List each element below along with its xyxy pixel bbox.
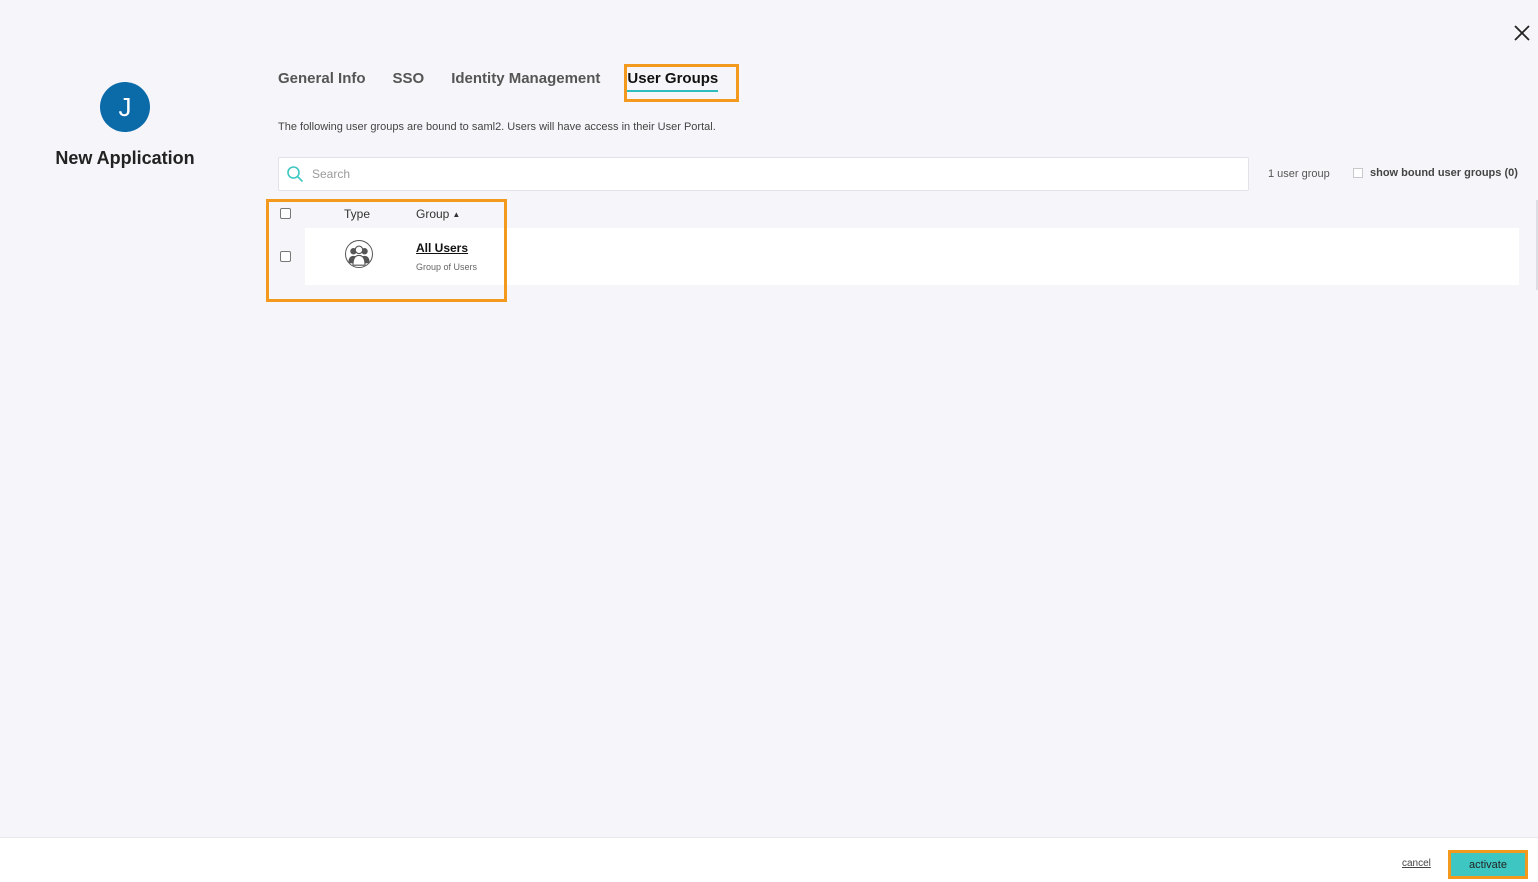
show-bound-toggle[interactable]: show bound user groups (0) <box>1353 167 1518 179</box>
cancel-link[interactable]: cancel <box>1402 858 1431 869</box>
column-type: Type <box>344 207 371 221</box>
close-icon <box>1514 25 1530 41</box>
activate-button[interactable]: activate <box>1448 850 1528 879</box>
table-row[interactable]: All Users Group of Users <box>305 228 1519 285</box>
show-bound-checkbox[interactable] <box>1353 168 1363 178</box>
show-bound-label: show bound user groups (0) <box>1370 167 1518 179</box>
group-name-link[interactable]: All Users <box>416 241 468 255</box>
footer-bar: cancel activate <box>0 837 1538 882</box>
row-checkbox[interactable] <box>280 251 291 262</box>
column-group-label: Group <box>416 207 450 221</box>
app-title: New Application <box>55 148 195 168</box>
sort-asc-icon: ▲ <box>452 210 461 220</box>
user-group-icon <box>345 240 373 268</box>
app-panel: J New Application <box>40 82 210 169</box>
tab-bar: General Info SSO Identity Management Use… <box>278 70 745 92</box>
search-box <box>278 157 1249 191</box>
tab-identity-management[interactable]: Identity Management <box>451 70 600 92</box>
tab-sso[interactable]: SSO <box>393 70 425 92</box>
group-count: 1 user group <box>1268 168 1330 180</box>
table-header: Type Group ▲ <box>278 204 1519 227</box>
app-avatar: J <box>100 82 150 132</box>
close-button[interactable] <box>1509 20 1535 46</box>
tab-general-info[interactable]: General Info <box>278 70 366 92</box>
column-group[interactable]: Group ▲ <box>416 207 460 221</box>
search-input[interactable] <box>312 167 1212 181</box>
tab-user-groups[interactable]: User Groups <box>627 70 719 92</box>
search-icon <box>287 166 303 182</box>
select-all-checkbox[interactable] <box>280 208 291 219</box>
group-subtitle: Group of Users <box>416 262 478 272</box>
description-text: The following user groups are bound to s… <box>278 121 716 133</box>
row-checkbox-cell <box>278 228 305 285</box>
